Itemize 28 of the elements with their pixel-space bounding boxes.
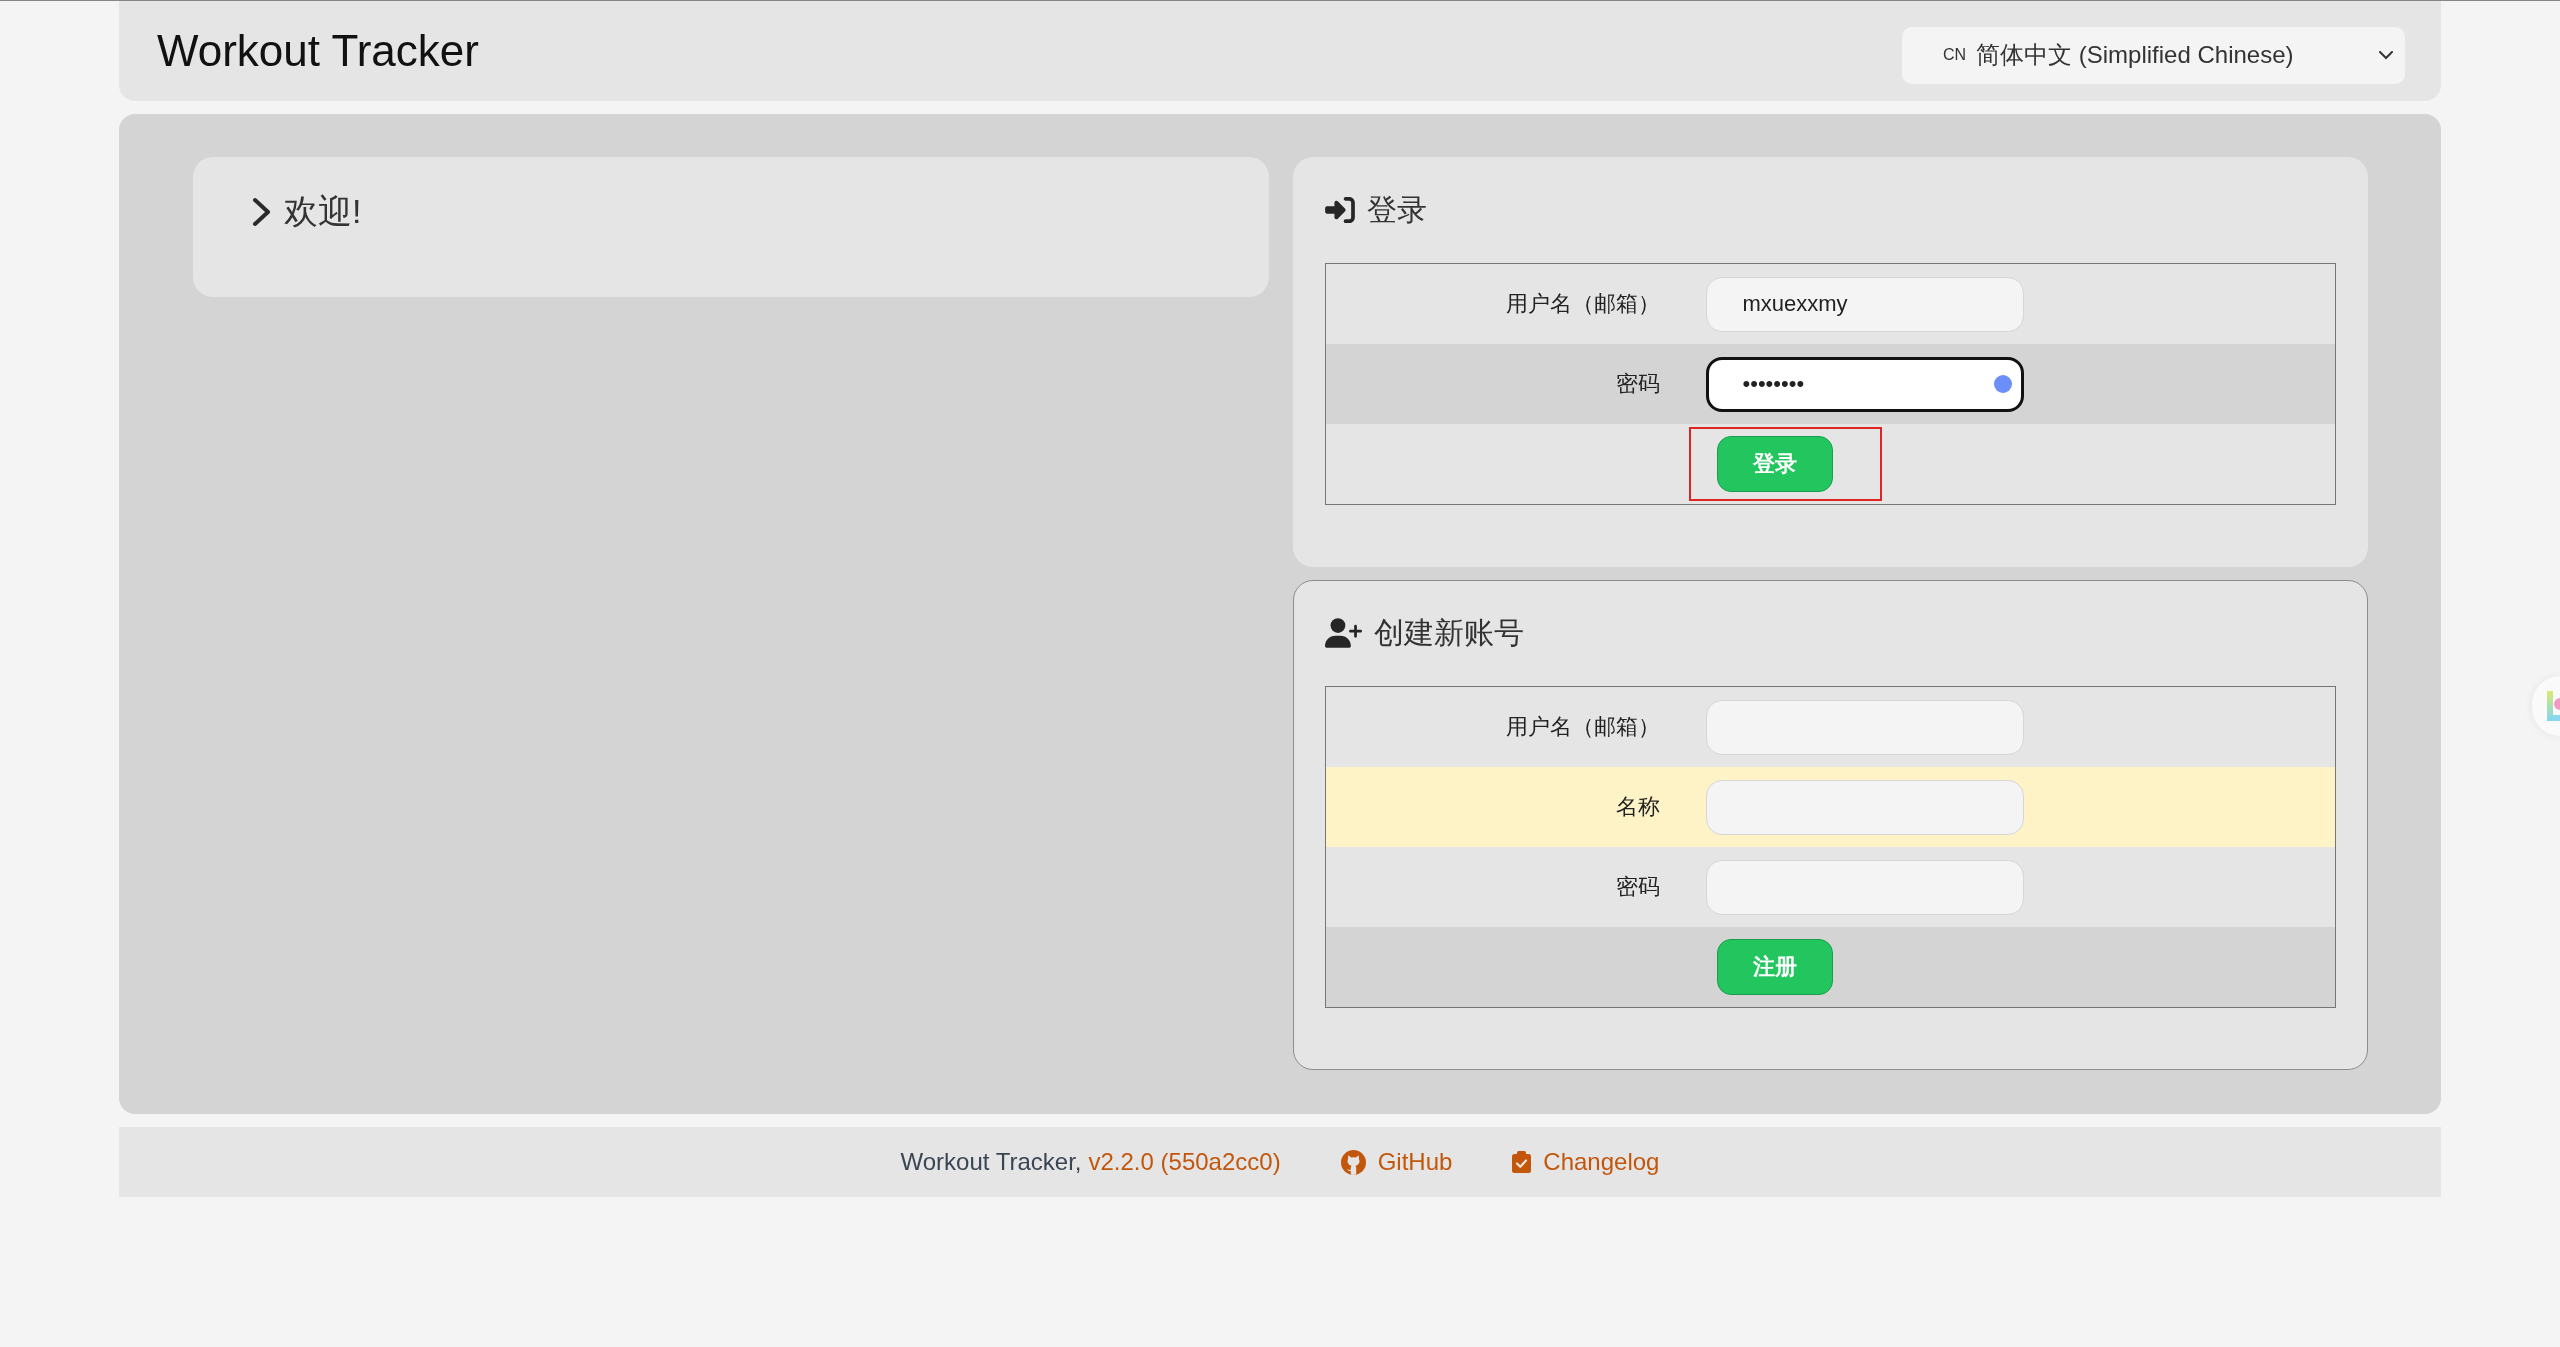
footer-link[interactable]: GitHub	[1340, 1148, 1453, 1176]
field-label: 用户名（邮箱）	[1505, 713, 1661, 741]
github-icon	[1340, 1149, 1366, 1175]
input-field[interactable]: mxuexxmy	[1705, 276, 2024, 332]
submit-button[interactable]: 登录	[1716, 436, 1833, 492]
gradient-logo-icon	[2547, 691, 2560, 721]
version-link[interactable]: v2.2.0 (550a2cc0)	[1088, 1148, 1281, 1176]
input-field[interactable]: ••••••••	[1705, 356, 2024, 412]
footer-link[interactable]: Changelog	[1512, 1148, 1660, 1176]
sign-in-icon	[1324, 197, 1355, 223]
input-field[interactable]	[1705, 859, 2024, 915]
card-title: 登录	[1366, 191, 1427, 228]
field-label: 名称	[1615, 793, 1661, 821]
input-field[interactable]	[1705, 779, 2024, 835]
field-label: 密码	[1615, 873, 1661, 901]
chevron-down-icon	[2379, 50, 2393, 60]
chevron-right-icon[interactable]	[251, 197, 272, 227]
user-plus-icon	[1324, 618, 1362, 648]
submit-button[interactable]: 注册	[1716, 939, 1833, 995]
language-select[interactable]: CN 简体中文 (Simplified Chinese)	[1902, 26, 2405, 84]
field-label: 密码	[1615, 370, 1661, 398]
welcome-title[interactable]: 欢迎!	[284, 189, 362, 235]
clipboard-check-icon	[1512, 1151, 1532, 1173]
field-label: 用户名（邮箱）	[1505, 290, 1661, 318]
card-title: 创建新账号	[1373, 614, 1524, 651]
app-title: Workout Tracker	[157, 26, 479, 76]
app-name: Workout Tracker,	[900, 1148, 1082, 1176]
input-field[interactable]	[1705, 699, 2024, 755]
